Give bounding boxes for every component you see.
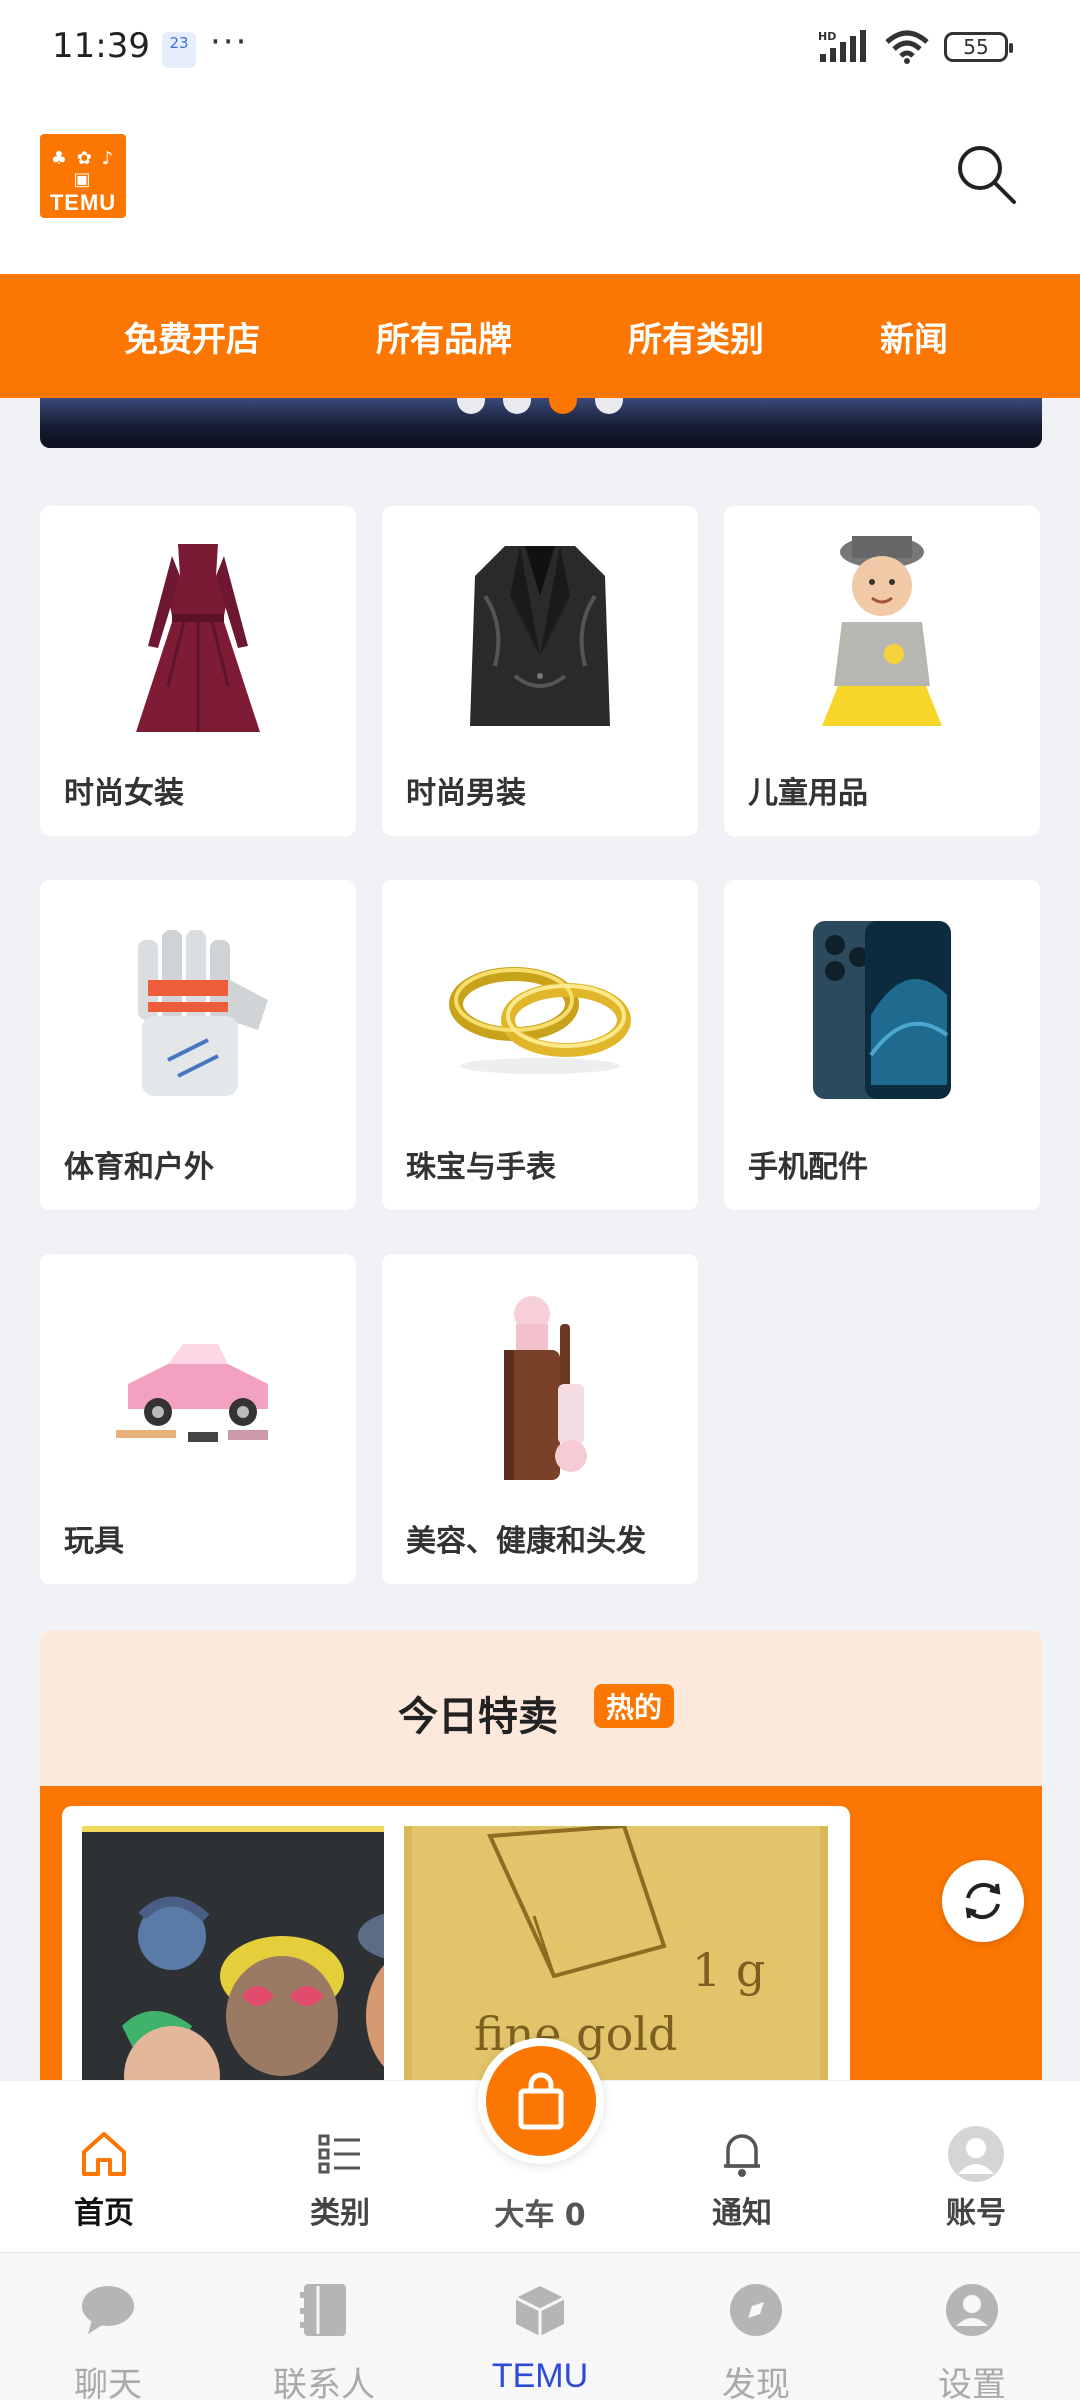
category-card-womens[interactable]: 时尚女装: [40, 506, 356, 836]
bell-icon: [662, 2124, 822, 2184]
wifi-icon: [885, 30, 929, 64]
temu-logo[interactable]: ♣ ✿ ♪ ▣ TEMU: [40, 134, 126, 218]
deal-card-gold-bar[interactable]: 1 g fine gold: [384, 1806, 850, 2106]
blazer-icon: [382, 526, 698, 746]
tab-label: 通知: [712, 2196, 772, 2231]
host-tab-contacts[interactable]: 联系人: [234, 2275, 414, 2400]
phone-icon: [724, 900, 1040, 1120]
rings-icon: [382, 900, 698, 1120]
category-card-toys[interactable]: 玩具: [40, 1254, 356, 1584]
baby-icon: [724, 526, 1040, 746]
host-tab-label: 设置: [938, 2365, 1006, 2400]
top-nav: 免费开店 所有品牌 所有类别 新闻: [0, 274, 1080, 398]
host-tab-settings[interactable]: 设置: [882, 2275, 1062, 2400]
logo-glyphs: ♣ ✿ ♪ ▣: [50, 148, 116, 190]
category-label: 时尚男装: [406, 776, 526, 811]
host-tab-label: 聊天: [74, 2365, 142, 2400]
category-label: 玩具: [64, 1524, 124, 1559]
tab-notify[interactable]: 通知: [662, 2124, 822, 2232]
search-icon: [958, 146, 1016, 204]
host-tab-temu[interactable]: TEMU: [450, 2275, 630, 2396]
list-icon: [260, 2124, 420, 2184]
category-card-kids[interactable]: 儿童用品: [724, 506, 1040, 836]
status-bar: 11:39 23 ··· HD 55: [0, 0, 1080, 100]
status-time: 11:39: [52, 26, 150, 66]
nav-all-brands[interactable]: 所有品牌: [376, 312, 512, 361]
tab-account[interactable]: 账号: [896, 2124, 1056, 2232]
category-label: 珠宝与手表: [406, 1150, 556, 1185]
category-card-beauty[interactable]: 美容、健康和头发: [382, 1254, 698, 1584]
host-tab-label: 发现: [722, 2365, 790, 2400]
cosmetics-icon: [382, 1274, 698, 1494]
tab-label: 类别: [310, 2196, 370, 2231]
category-card-phone[interactable]: 手机配件: [724, 880, 1040, 1210]
avatar: [896, 2124, 1056, 2184]
shopping-bag-icon: [518, 2072, 564, 2130]
svg-text:HD: HD: [818, 30, 836, 43]
signal-icon: HD: [818, 30, 866, 62]
contacts-icon: [234, 2275, 414, 2345]
gold-bar-image: 1 g fine gold: [404, 1826, 828, 2106]
nav-free-store[interactable]: 免费开店: [124, 312, 260, 361]
glove-icon: [40, 900, 356, 1120]
app-header: ♣ ✿ ♪ ▣ TEMU: [0, 100, 1080, 274]
refresh-button[interactable]: [942, 1860, 1024, 1942]
profile-icon: [882, 2275, 1062, 2345]
more-notifications-icon: ···: [210, 22, 249, 62]
deals-header: 今日特卖 热的: [40, 1630, 1042, 1786]
category-label: 时尚女装: [64, 776, 184, 811]
promo-banner[interactable]: [40, 398, 1042, 448]
search-button[interactable]: [952, 140, 1022, 210]
logo-text: TEMU: [49, 190, 117, 215]
host-tab-chat[interactable]: 聊天: [18, 2275, 198, 2400]
category-label: 手机配件: [748, 1150, 868, 1185]
deals-title: 今日特卖: [398, 1694, 558, 1740]
refresh-icon: [965, 1882, 1001, 1920]
category-card-jewelry[interactable]: 珠宝与手表: [382, 880, 698, 1210]
compass-icon: [666, 2275, 846, 2345]
svg-text:1 g: 1 g: [692, 1943, 765, 1997]
cart-label[interactable]: 大车 0: [470, 2190, 610, 2234]
calendar-icon: 23: [162, 32, 196, 68]
home-icon: [24, 2124, 184, 2184]
nav-all-categories[interactable]: 所有类别: [628, 312, 764, 361]
category-card-sports[interactable]: 体育和户外: [40, 880, 356, 1210]
cart-button[interactable]: [478, 2038, 604, 2164]
status-icons: HD 55: [818, 30, 1013, 64]
dress-icon: [40, 526, 356, 746]
host-tab-discover[interactable]: 发现: [666, 2275, 846, 2400]
tab-label: 账号: [946, 2196, 1006, 2231]
tab-category[interactable]: 类别: [260, 2124, 420, 2232]
tab-label: 首页: [74, 2196, 134, 2231]
category-label: 体育和户外: [64, 1150, 214, 1185]
hot-badge: 热的: [594, 1684, 675, 1728]
host-tab-label: 联系人: [273, 2365, 375, 2400]
category-label: 美容、健康和头发: [406, 1524, 646, 1559]
battery-icon: 55: [944, 32, 1013, 62]
category-label: 儿童用品: [748, 776, 868, 811]
cube-icon: [450, 2275, 630, 2345]
nav-news[interactable]: 新闻: [880, 312, 948, 361]
category-card-mens[interactable]: 时尚男装: [382, 506, 698, 836]
chat-icon: [18, 2275, 198, 2345]
host-tabbar: 聊天 联系人 TEMU 发现 设置: [0, 2252, 1080, 2400]
host-tab-label: TEMU: [491, 2357, 589, 2395]
tab-home[interactable]: 首页: [24, 2124, 184, 2232]
toy-car-icon: [40, 1274, 356, 1494]
